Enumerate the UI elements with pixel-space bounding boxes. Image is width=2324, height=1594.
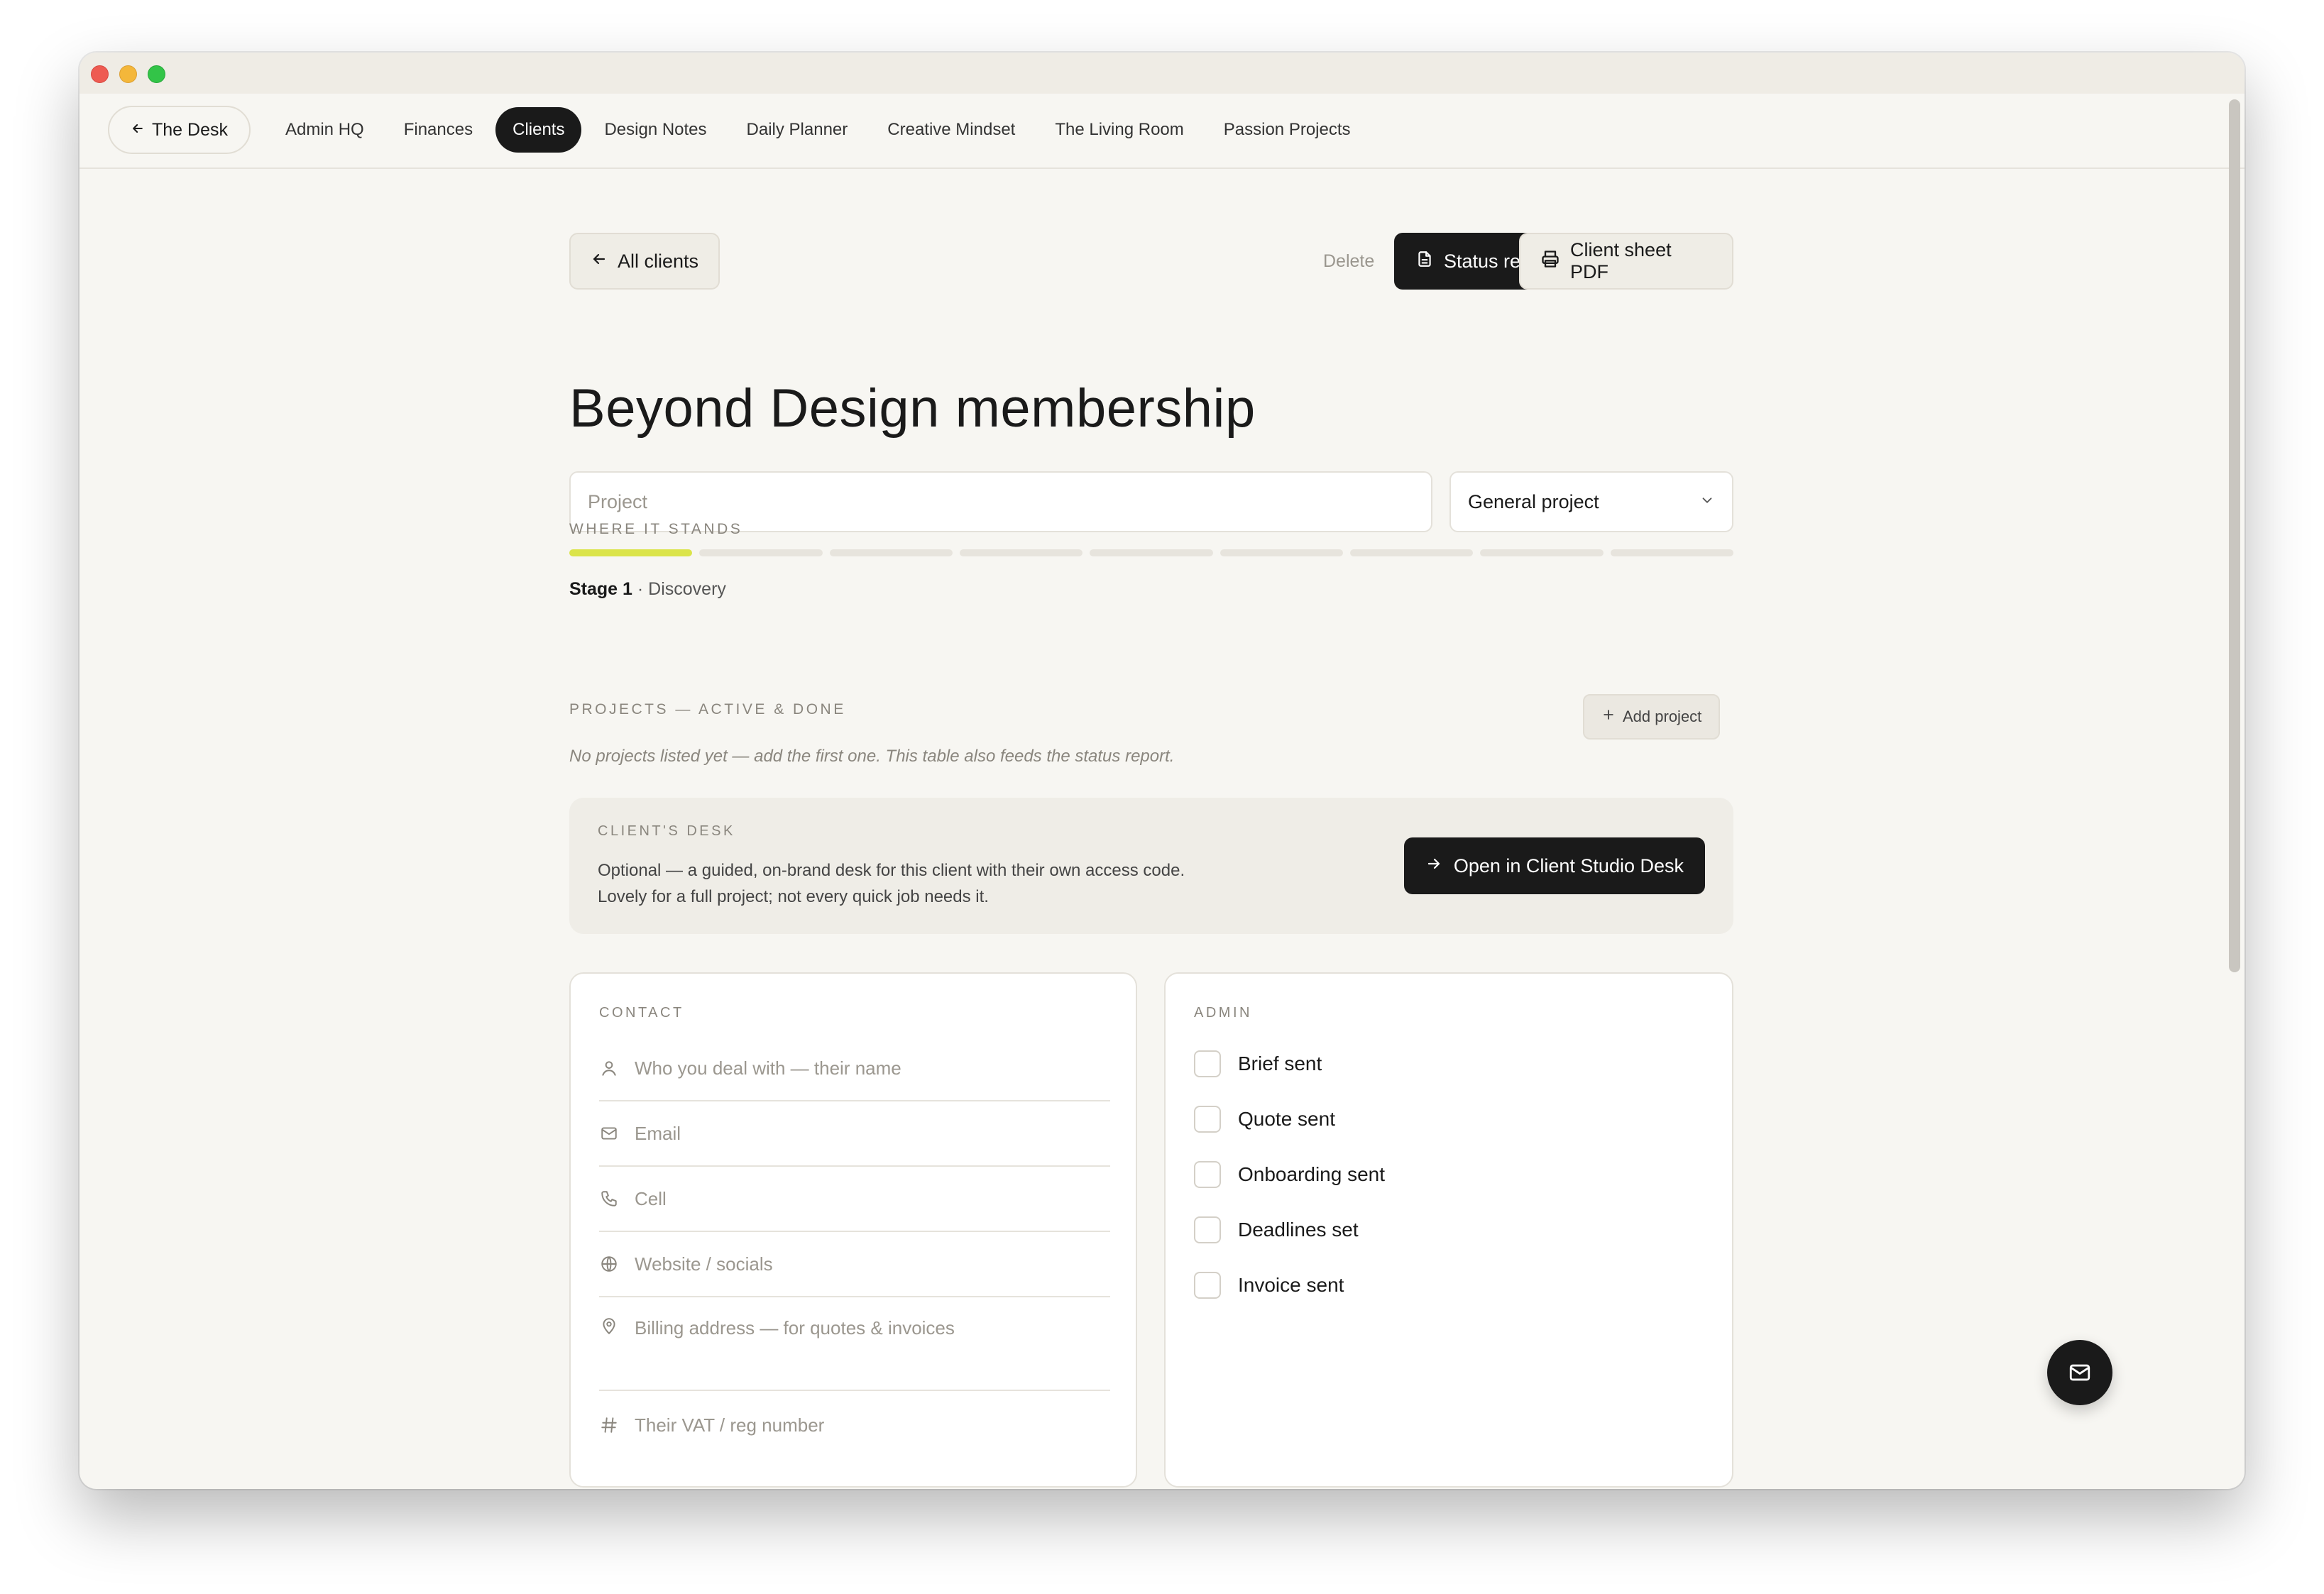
mail-icon: [2069, 1364, 2090, 1381]
progress-segment: [1090, 549, 1213, 556]
tab-admin-hq[interactable]: Admin HQ: [268, 107, 381, 153]
client-desk-line-2: Lovely for a full project; not every qui…: [598, 887, 989, 906]
checkbox-box[interactable]: [1194, 1161, 1221, 1188]
open-client-studio-desk-button[interactable]: Open in Client Studio Desk: [1403, 837, 1705, 894]
zoom-window-button[interactable]: [148, 65, 165, 83]
close-window-button[interactable]: [91, 65, 109, 83]
contact-name-placeholder: Who you deal with — their name: [635, 1057, 901, 1079]
plus-icon: [1601, 708, 1616, 726]
mail-icon: [601, 1127, 617, 1140]
project-type-select[interactable]: General project: [1449, 471, 1733, 532]
quote-sent-checkbox[interactable]: Quote sent: [1194, 1106, 1335, 1133]
deadlines-set-checkbox[interactable]: Deadlines set: [1194, 1216, 1359, 1243]
client-sheet-pdf-label: Client sheet PDF: [1570, 239, 1672, 282]
onboarding-sent-checkbox[interactable]: Onboarding sent: [1194, 1161, 1385, 1188]
deadlines-set-label: Deadlines set: [1238, 1219, 1359, 1241]
progress-segment: [959, 549, 1083, 556]
stage-number: Stage 1: [569, 579, 632, 599]
contact-name-field[interactable]: Who you deal with — their name: [599, 1036, 1110, 1101]
client-desk-panel: CLIENT'S DESK Optional — a guided, on-br…: [569, 798, 1733, 934]
projects-empty-note: No projects listed yet — add the first o…: [569, 747, 1175, 766]
tab-clients[interactable]: Clients: [495, 107, 582, 153]
stage-indicator: Stage 1 · Discovery: [569, 579, 726, 600]
email-placeholder: Email: [635, 1122, 681, 1144]
admin-label: ADMIN: [1194, 1005, 1252, 1021]
progress-segment: [699, 549, 823, 556]
billing-address-field[interactable]: Billing address — for quotes & invoices: [599, 1297, 1110, 1391]
chevron-down-icon: [1699, 491, 1715, 513]
admin-card: ADMIN Brief sent Quote sent Onboarding s…: [1164, 972, 1733, 1488]
invoice-sent-label: Invoice sent: [1238, 1274, 1344, 1296]
stage-name: · Discovery: [637, 579, 726, 599]
add-project-label: Add project: [1623, 708, 1702, 725]
delete-button[interactable]: Delete: [1323, 233, 1374, 290]
phone-icon: [601, 1191, 617, 1207]
progress-segment: [569, 549, 693, 556]
document-icon: [1415, 250, 1434, 273]
back-to-desk-label: The Desk: [152, 119, 228, 140]
add-project-button[interactable]: Add project: [1583, 694, 1721, 740]
tab-passion-projects[interactable]: Passion Projects: [1207, 107, 1368, 153]
contact-label: CONTACT: [599, 1005, 684, 1021]
title-bar: [80, 53, 2244, 94]
checkbox-box[interactable]: [1194, 1050, 1221, 1077]
nav-tabs: Admin HQ Finances Clients Design Notes D…: [268, 106, 1368, 154]
brief-sent-label: Brief sent: [1238, 1052, 1322, 1074]
page-title: Beyond Design membership: [569, 378, 1256, 439]
where-it-stands-label: WHERE IT STANDS: [569, 521, 743, 537]
vertical-scrollbar[interactable]: [2229, 99, 2240, 972]
onboarding-sent-label: Onboarding sent: [1238, 1163, 1386, 1185]
person-icon: [602, 1061, 616, 1076]
cell-field[interactable]: Cell: [599, 1167, 1110, 1232]
progress-segment: [829, 549, 953, 556]
hash-icon: [601, 1417, 617, 1433]
invoice-sent-checkbox[interactable]: Invoice sent: [1194, 1272, 1344, 1299]
checkbox-box[interactable]: [1194, 1106, 1221, 1133]
vat-number-placeholder: Their VAT / reg number: [635, 1414, 825, 1436]
message-fab-button[interactable]: [2047, 1340, 2112, 1405]
vat-number-field[interactable]: Their VAT / reg number: [599, 1392, 1110, 1458]
website-placeholder: Website / socials: [635, 1253, 773, 1275]
email-field[interactable]: Email: [599, 1101, 1110, 1167]
client-desk-description: Optional — a guided, on-brand desk for t…: [598, 857, 1185, 910]
billing-address-placeholder: Billing address — for quotes & invoices: [635, 1317, 955, 1339]
tab-design-notes[interactable]: Design Notes: [587, 107, 723, 153]
all-clients-label: All clients: [618, 250, 699, 272]
progress-segment: [1349, 549, 1474, 556]
project-type-value: General project: [1468, 490, 1599, 512]
arrow-left-icon: [591, 251, 608, 273]
checkbox-box[interactable]: [1194, 1272, 1221, 1299]
location-pin-icon: [603, 1318, 615, 1335]
client-desk-label: CLIENT'S DESK: [598, 823, 735, 839]
app-window: The Desk Admin HQ Finances Clients Desig…: [80, 53, 2244, 1489]
client-sheet-pdf-button[interactable]: Client sheet PDF: [1519, 233, 1733, 290]
client-desk-line-1: Optional — a guided, on-brand desk for t…: [598, 861, 1185, 880]
minimize-window-button[interactable]: [119, 65, 137, 83]
arrow-right-icon: [1425, 855, 1442, 877]
top-nav: The Desk Admin HQ Finances Clients Desig…: [80, 94, 2244, 169]
checkbox-box[interactable]: [1194, 1216, 1221, 1243]
tab-daily-planner[interactable]: Daily Planner: [730, 107, 865, 153]
website-field[interactable]: Website / socials: [599, 1232, 1110, 1297]
tab-finances[interactable]: Finances: [387, 107, 490, 153]
quote-sent-label: Quote sent: [1238, 1108, 1335, 1130]
brief-sent-checkbox[interactable]: Brief sent: [1194, 1050, 1322, 1077]
tab-the-living-room[interactable]: The Living Room: [1038, 107, 1200, 153]
progress-segment: [1610, 549, 1733, 556]
arrow-left-icon: [131, 120, 145, 141]
projects-section-label: PROJECTS — ACTIVE & DONE: [569, 701, 846, 718]
printer-icon: [1540, 249, 1560, 274]
tab-creative-mindset[interactable]: Creative Mindset: [870, 107, 1032, 153]
back-to-desk-button[interactable]: The Desk: [108, 106, 251, 154]
progress-segment: [1219, 549, 1343, 556]
open-client-studio-desk-label: Open in Client Studio Desk: [1453, 854, 1684, 876]
cell-placeholder: Cell: [635, 1187, 667, 1209]
globe-icon: [601, 1256, 617, 1272]
stage-progress-bar: [569, 549, 1733, 556]
contact-card: CONTACT Who you deal with — their name E…: [569, 972, 1137, 1488]
progress-segment: [1480, 549, 1604, 556]
all-clients-button[interactable]: All clients: [569, 233, 720, 290]
